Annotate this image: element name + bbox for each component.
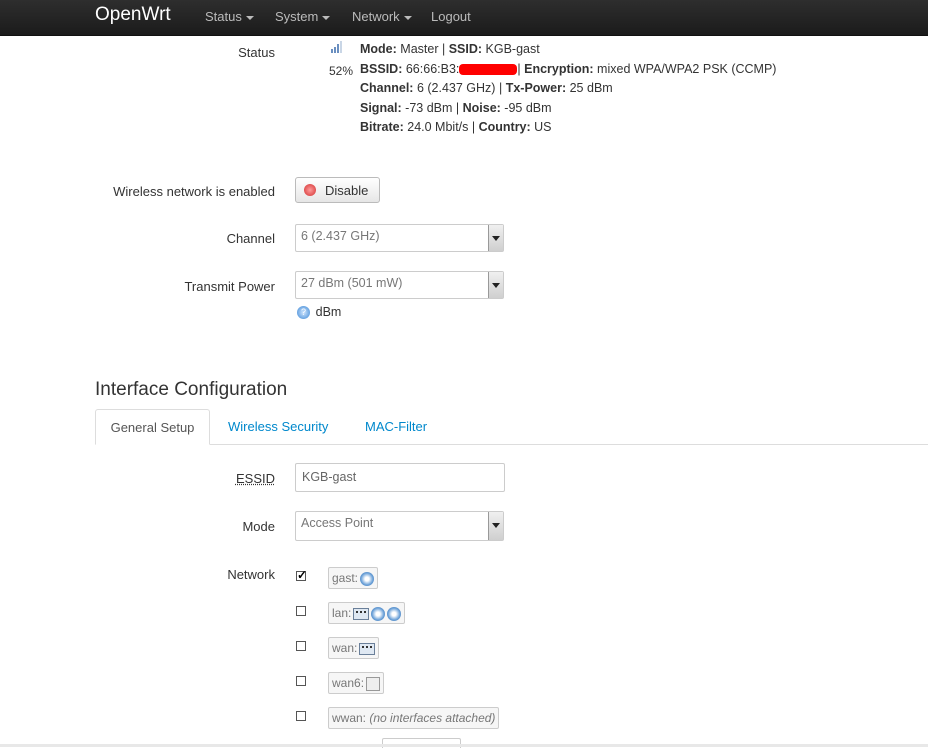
dropdown-arrow-icon: [488, 512, 503, 540]
status-line-bitrate: Bitrate: 24.0 Mbit/s | Country: US: [360, 120, 552, 134]
transmit-power-label: Transmit Power: [184, 279, 275, 294]
menu-logout[interactable]: Logout: [431, 9, 471, 24]
status-line-mode: Mode: Master | SSID: KGB-gast: [360, 42, 540, 56]
dropdown-arrow-icon: [488, 225, 503, 251]
status-line-channel: Channel: 6 (2.437 GHz) | Tx-Power: 25 dB…: [360, 81, 613, 95]
network-checkbox-lan[interactable]: [296, 606, 306, 616]
redaction-mark: [459, 64, 518, 76]
network-chip-wan6[interactable]: wan6:: [328, 672, 385, 694]
essid-input[interactable]: KGB-gast: [295, 463, 505, 492]
menu-system[interactable]: System: [275, 9, 331, 24]
tabs-divider: [95, 444, 928, 445]
network-checkbox-wan[interactable]: [296, 641, 306, 651]
mode-select[interactable]: Access Point: [295, 511, 504, 541]
help-icon: ?: [297, 306, 310, 320]
status-line-signal: Signal: -73 dBm | Noise: -95 dBm: [360, 101, 552, 115]
signal-strength-icon: [331, 41, 342, 53]
network-chip-lan[interactable]: lan:: [328, 602, 406, 624]
network-checkbox-wwan[interactable]: [296, 711, 306, 721]
section-title: Interface Configuration: [95, 379, 288, 400]
wireless-enabled-label: Wireless network is enabled: [113, 184, 275, 199]
menu-status[interactable]: Status: [205, 9, 254, 24]
tab-general-setup[interactable]: General Setup: [95, 409, 210, 445]
ethernet-port-icon: [366, 676, 381, 691]
tab-wireless-security[interactable]: Wireless Security: [228, 409, 328, 445]
chevron-down-icon: [403, 15, 412, 20]
checkmark-icon: ✓: [297, 568, 308, 582]
chevron-down-icon: [245, 15, 254, 20]
menu-network[interactable]: Network: [352, 9, 412, 24]
network-chip-gast[interactable]: gast:: [328, 567, 379, 589]
network-checkbox-wan6[interactable]: [296, 676, 306, 686]
tab-mac-filter[interactable]: MAC-Filter: [365, 409, 427, 445]
network-checkbox-gast[interactable]: ✓: [296, 568, 308, 582]
disable-button[interactable]: Disable: [295, 177, 380, 203]
wifi-icon: [360, 571, 375, 586]
mode-label: Mode: [242, 519, 275, 534]
help-description: ? dBm: [297, 304, 341, 320]
brand-logo[interactable]: OpenWrt: [95, 4, 171, 26]
network-chip-wan[interactable]: wan:: [328, 637, 380, 659]
network-label: Network: [227, 567, 275, 582]
transmit-power-select[interactable]: 27 dBm (501 mW): [295, 271, 504, 299]
channel-select[interactable]: 6 (2.437 GHz): [295, 224, 504, 252]
status-label: Status: [238, 45, 275, 60]
dropdown-arrow-icon: [488, 272, 503, 298]
signal-percent: 52%: [329, 64, 354, 78]
wifi-icon: [387, 606, 402, 621]
disable-icon: [304, 184, 316, 196]
wifi-icon: [371, 606, 386, 621]
channel-label: Channel: [226, 231, 275, 246]
status-line-bssid: BSSID: 66:66:B3: | Encryption: mixed WPA/…: [360, 62, 777, 76]
network-chip-wwan[interactable]: wwan: (no interfaces attached): [328, 707, 500, 729]
ethernet-icon: [353, 607, 370, 620]
ethernet-icon: [359, 642, 376, 655]
chevron-down-icon: [322, 15, 331, 20]
top-navbar: OpenWrt Status System Network Logout: [0, 0, 928, 36]
essid-label: ESSID: [235, 471, 275, 486]
